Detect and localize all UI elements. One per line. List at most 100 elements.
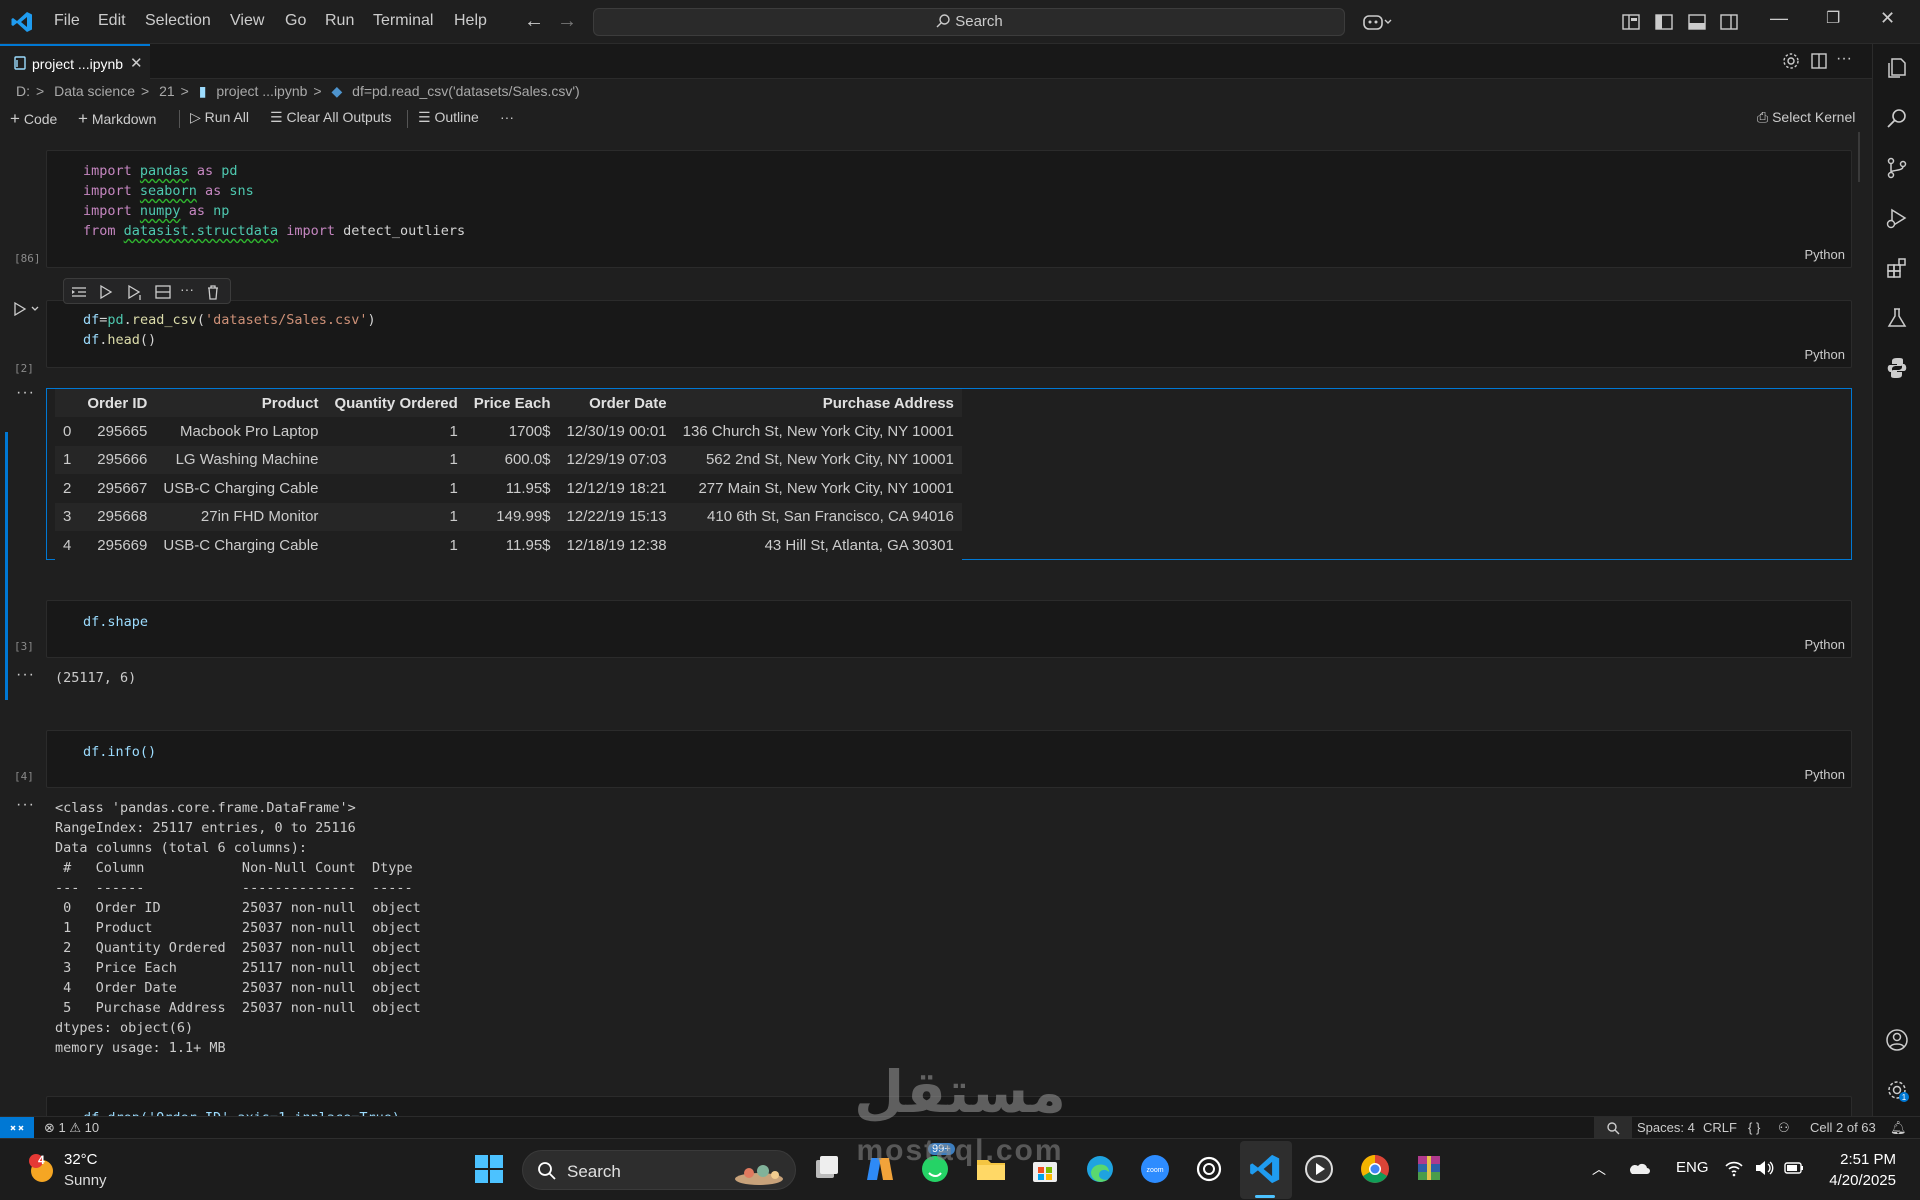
- code-cell-read-csv[interactable]: df=pd.read_csv('datasets/Sales.csv') df.…: [46, 300, 1852, 368]
- indentation-status[interactable]: Spaces: 4: [1637, 1120, 1695, 1135]
- code-cell-shape[interactable]: df.shape Python: [46, 600, 1852, 658]
- onedrive-cloud-icon[interactable]: [1628, 1161, 1650, 1175]
- cell-language-label[interactable]: Python: [1805, 637, 1845, 652]
- forward-arrow-icon[interactable]: →: [557, 10, 577, 33]
- cell-code[interactable]: df=pd.read_csv('datasets/Sales.csv') df.…: [83, 310, 376, 350]
- menu-run[interactable]: Run: [325, 12, 354, 30]
- menu-selection[interactable]: Selection: [145, 12, 211, 30]
- cell-code[interactable]: import pandas as pd import seaborn as sn…: [83, 161, 465, 241]
- execution-count: [86]: [14, 252, 41, 265]
- edge-browser-icon[interactable]: [1083, 1152, 1117, 1186]
- command-center-search[interactable]: Search: [593, 8, 1345, 36]
- python-icon[interactable]: [1885, 356, 1909, 380]
- cell-position-status[interactable]: Cell 2 of 63: [1810, 1120, 1876, 1135]
- clear-all-outputs-button[interactable]: ☰ Clear All Outputs: [270, 109, 392, 126]
- cell-code[interactable]: df.shape: [83, 612, 148, 632]
- cell-language-label[interactable]: Python: [1805, 247, 1845, 262]
- copilot-icon[interactable]: [1362, 12, 1392, 32]
- source-control-icon[interactable]: [1885, 156, 1909, 180]
- toggle-primary-sidebar-icon[interactable]: [1654, 12, 1674, 32]
- minimize-button[interactable]: —: [1770, 8, 1788, 29]
- layout-customize-icon[interactable]: [1621, 12, 1641, 32]
- volume-icon[interactable]: [1754, 1159, 1774, 1177]
- breadcrumb-file[interactable]: project ...ipynb: [216, 83, 307, 99]
- notifications-bell-icon[interactable]: 🔔︎: [1890, 1120, 1907, 1136]
- output-actions-icon[interactable]: ···: [16, 796, 35, 814]
- menu-go[interactable]: Go: [285, 12, 306, 30]
- task-view-icon[interactable]: [810, 1152, 844, 1186]
- menu-edit[interactable]: Edit: [98, 12, 126, 30]
- explorer-icon[interactable]: [1885, 56, 1909, 80]
- media-player-icon[interactable]: [1302, 1152, 1336, 1186]
- chrome-icon[interactable]: [1358, 1152, 1392, 1186]
- extensions-icon[interactable]: [1885, 256, 1909, 280]
- delete-cell-icon[interactable]: [204, 283, 222, 301]
- cell-language-label[interactable]: Python: [1805, 347, 1845, 362]
- menu-view[interactable]: View: [230, 12, 264, 30]
- cell-language-label[interactable]: Python: [1805, 767, 1845, 782]
- cell-code[interactable]: df.drop('Order ID',axis=1,inplace=True): [83, 1108, 400, 1116]
- vscode-taskbar-icon[interactable]: [1248, 1152, 1282, 1186]
- testing-icon[interactable]: [1885, 306, 1909, 330]
- chatgpt-icon[interactable]: [1192, 1152, 1226, 1186]
- clock-time[interactable]: 2:51 PM: [1840, 1151, 1896, 1168]
- split-editor-icon[interactable]: [1810, 52, 1828, 70]
- wifi-icon[interactable]: [1724, 1159, 1744, 1177]
- select-kernel-button[interactable]: ⎙ Select Kernel: [1757, 109, 1855, 126]
- cell-more-icon[interactable]: ···: [180, 281, 198, 299]
- close-window-button[interactable]: ✕: [1880, 8, 1895, 29]
- add-code-cell-button[interactable]: + Code: [10, 109, 57, 129]
- add-markdown-cell-button[interactable]: + Markdown: [78, 109, 156, 129]
- weather-temperature[interactable]: 32°C: [64, 1151, 98, 1168]
- language-mode-status[interactable]: { }: [1748, 1120, 1760, 1135]
- run-by-line-icon[interactable]: [70, 283, 88, 301]
- show-hidden-icons-icon[interactable]: ︿: [1592, 1159, 1606, 1179]
- remote-window-button[interactable]: [0, 1117, 34, 1139]
- input-language[interactable]: ENG: [1676, 1159, 1709, 1176]
- toggle-panel-icon[interactable]: [1687, 12, 1707, 32]
- search-sidebar-icon[interactable]: [1885, 106, 1909, 130]
- output-actions-icon[interactable]: ···: [16, 666, 35, 684]
- breadcrumb-drive[interactable]: D:: [16, 83, 30, 99]
- manage-gear-icon[interactable]: 1: [1885, 1078, 1909, 1102]
- outline-button[interactable]: ☰ Outline: [418, 109, 479, 126]
- menu-help[interactable]: Help: [454, 12, 487, 30]
- windows-start-icon[interactable]: [472, 1152, 506, 1186]
- vscode-logo-icon[interactable]: [10, 10, 34, 34]
- scrollbar-thumb[interactable]: [1858, 132, 1860, 182]
- split-cell-icon[interactable]: [154, 283, 172, 301]
- restore-button[interactable]: ❐: [1826, 8, 1840, 28]
- clock-date[interactable]: 4/20/2025: [1829, 1172, 1896, 1189]
- editor-more-actions-icon[interactable]: ···: [1836, 50, 1852, 68]
- menu-terminal[interactable]: Terminal: [373, 12, 433, 30]
- menu-file[interactable]: File: [54, 12, 80, 30]
- run-all-button[interactable]: ▷ Run All: [190, 109, 249, 126]
- winrar-icon[interactable]: [1412, 1152, 1446, 1186]
- tab-project-ipynb[interactable]: project ...ipynb ✕: [0, 44, 150, 79]
- breadcrumb-cell[interactable]: df=pd.read_csv('datasets/Sales.csv'): [352, 83, 580, 99]
- execute-above-icon[interactable]: [98, 283, 116, 301]
- code-cell-info[interactable]: df.info() Python: [46, 730, 1852, 788]
- eol-status[interactable]: CRLF: [1703, 1120, 1737, 1135]
- tab-close-icon[interactable]: ✕: [130, 54, 143, 72]
- battery-icon[interactable]: [1784, 1161, 1804, 1175]
- weather-description[interactable]: Sunny: [64, 1172, 107, 1189]
- cell-code[interactable]: df.info(): [83, 742, 156, 762]
- breadcrumb-subfolder[interactable]: 21: [159, 83, 175, 99]
- breadcrumb-folder[interactable]: Data science: [54, 83, 135, 99]
- zoom-indicator[interactable]: [1594, 1117, 1632, 1139]
- notebook-settings-gear-icon[interactable]: [1782, 52, 1800, 70]
- code-cell-imports[interactable]: import pandas as pd import seaborn as sn…: [46, 150, 1852, 268]
- execute-below-icon[interactable]: [126, 283, 144, 301]
- output-actions-icon[interactable]: ···: [16, 384, 35, 402]
- toolbar-more-icon[interactable]: ···: [500, 109, 514, 125]
- accounts-icon[interactable]: [1885, 1028, 1909, 1052]
- taskbar-search[interactable]: Search: [522, 1150, 796, 1190]
- execute-cell-icon[interactable]: [14, 302, 40, 316]
- back-arrow-icon[interactable]: ←: [524, 10, 544, 33]
- run-debug-icon[interactable]: [1885, 206, 1909, 230]
- problems-indicator[interactable]: ⊗ 1 ⚠ 10: [44, 1120, 99, 1136]
- toggle-secondary-sidebar-icon[interactable]: [1719, 12, 1739, 32]
- zoom-app-icon[interactable]: zoom: [1138, 1152, 1172, 1186]
- copilot-status-icon[interactable]: ⚇: [1778, 1120, 1790, 1136]
